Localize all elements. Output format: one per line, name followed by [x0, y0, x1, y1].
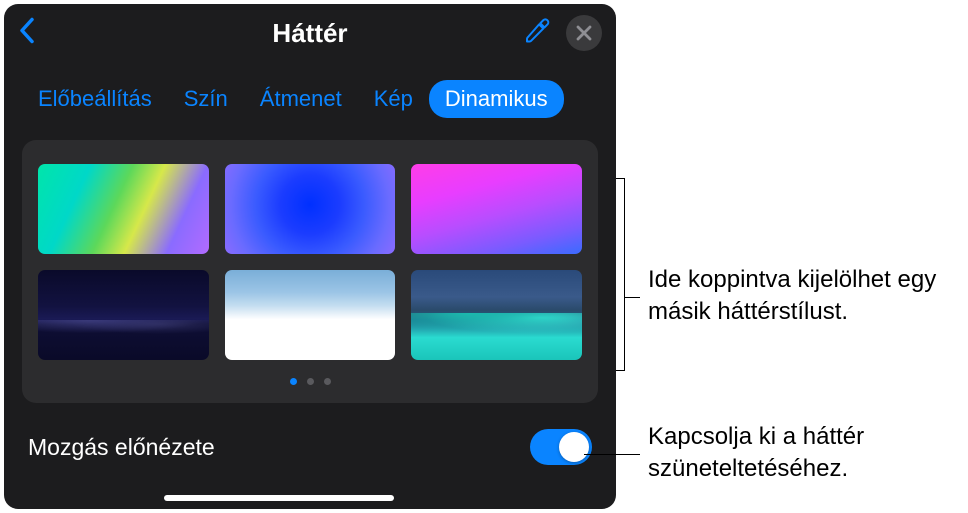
style-thumbnail[interactable]	[411, 270, 582, 360]
tab-image[interactable]: Kép	[358, 80, 429, 118]
back-button[interactable]	[18, 17, 36, 50]
callout-connector	[624, 297, 640, 298]
style-thumbnail[interactable]	[225, 164, 396, 254]
close-button[interactable]	[566, 15, 602, 51]
chevron-left-icon	[18, 17, 36, 45]
page-dot	[307, 378, 314, 385]
home-indicator	[164, 495, 394, 501]
eyedropper-icon	[522, 17, 550, 45]
page-indicator[interactable]	[38, 378, 582, 385]
motion-preview-toggle[interactable]	[530, 429, 592, 465]
page-dot	[324, 378, 331, 385]
page-dot	[290, 378, 297, 385]
tab-bar: Előbeállítás Szín Átmenet Kép Dinamikus	[4, 62, 616, 118]
motion-preview-label: Mozgás előnézete	[28, 434, 215, 461]
toggle-knob	[559, 432, 589, 462]
tab-preset[interactable]: Előbeállítás	[22, 80, 168, 118]
style-thumbnails-container	[22, 140, 598, 403]
style-thumbnail[interactable]	[38, 164, 209, 254]
eyedropper-button[interactable]	[522, 17, 550, 50]
tab-gradient[interactable]: Átmenet	[244, 80, 358, 118]
callout-styles: Ide koppintva kijelölhet egy másik hátté…	[648, 264, 968, 329]
tab-dynamic[interactable]: Dinamikus	[429, 80, 564, 118]
tab-color[interactable]: Szín	[168, 80, 244, 118]
style-thumbnails-grid	[38, 164, 582, 360]
panel-header: Háttér	[4, 4, 616, 62]
close-icon	[576, 25, 592, 41]
background-panel: Háttér Előbeállítás Szín Átmenet Kép Din…	[4, 4, 616, 509]
callout-connector	[584, 454, 640, 455]
callout-bracket	[624, 178, 625, 371]
style-thumbnail[interactable]	[411, 164, 582, 254]
style-thumbnail[interactable]	[38, 270, 209, 360]
callout-toggle: Kapcsolja ki a háttér szüneteltetéséhez.	[648, 421, 968, 486]
panel-title: Háttér	[272, 18, 347, 49]
style-thumbnail[interactable]	[225, 270, 396, 360]
motion-preview-row: Mozgás előnézete	[4, 403, 616, 465]
